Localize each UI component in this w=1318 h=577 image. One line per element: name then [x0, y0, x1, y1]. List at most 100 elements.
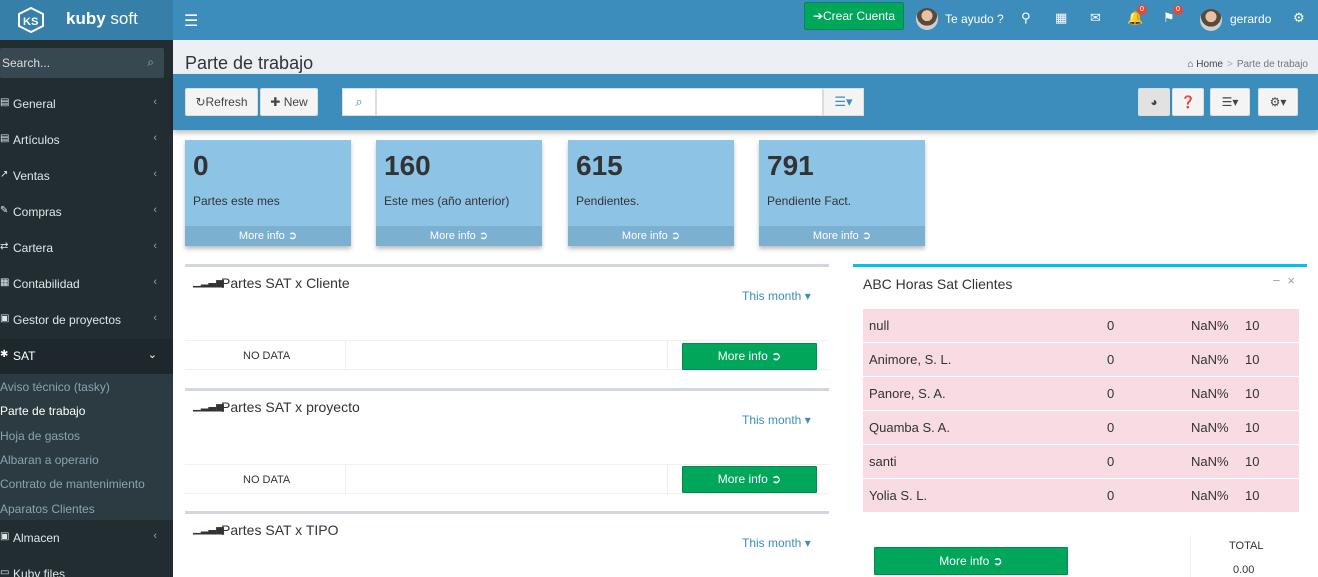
search-icon[interactable]: ⌕	[342, 88, 376, 116]
infobox-pendientes: 615 Pendientes. More info ➲	[568, 140, 734, 246]
submenu-contrato-mantenimiento[interactable]: Contrato de mantenimiento	[0, 477, 145, 491]
folder-icon: ▭	[0, 567, 10, 577]
table-row: Animore, S. L. 0 NaN% 10	[863, 343, 1299, 377]
signal-bars-icon: ▁▂▃▅	[193, 277, 224, 288]
submenu-parte-trabajo[interactable]: Parte de trabajo	[0, 404, 85, 418]
table-row: santi 0 NaN% 10	[863, 445, 1299, 479]
sidebar-item-almacen[interactable]: ▣ Almacen ‹	[0, 521, 173, 557]
submenu-albaran-operario[interactable]: Albaran a operario	[0, 453, 99, 467]
more-info-link[interactable]: More info ➲	[568, 226, 734, 246]
submenu-aparatos-clientes[interactable]: Aparatos Clientes	[0, 502, 95, 516]
arrow-circle-right-icon: ➲	[478, 230, 489, 242]
calendar-icon[interactable]: ▦	[1055, 10, 1067, 26]
sidebar-search: ⌕	[0, 48, 164, 78]
panel-sat-proyecto: ▁▂▃▅ Partes SAT x proyecto This month ▾ …	[185, 388, 829, 496]
exchange-icon: ⇄	[0, 241, 9, 252]
chevron-left-icon: ‹	[153, 276, 157, 288]
more-info-link[interactable]: More info ➲	[376, 226, 542, 246]
suitcase-icon: ▣	[0, 313, 10, 324]
help-avatar[interactable]	[916, 8, 938, 30]
user-name[interactable]: gerardo	[1230, 12, 1271, 26]
map-marker-icon[interactable]: ⚲	[1021, 10, 1031, 26]
period-dropdown[interactable]: This month ▾	[742, 413, 811, 427]
pie-chart-icon[interactable]: ◕	[1138, 88, 1170, 116]
signal-bars-icon: ▁▂▃▅	[193, 524, 224, 535]
gauge-icon: ▤	[0, 97, 10, 108]
submenu-hoja-gastos[interactable]: Hoja de gastos	[0, 429, 80, 443]
infobox-mes-anterior: 160 Este mes (año anterior) More info ➲	[376, 140, 542, 246]
minimize-icon[interactable]: −	[1273, 273, 1281, 288]
calculator-icon: ▦	[0, 277, 10, 288]
list-view-dropdown-icon[interactable]: ☰▾	[823, 88, 864, 116]
signal-bars-icon: ▁▂▃▅	[193, 401, 224, 412]
table-row: Quamba S. A. 0 NaN% 10	[863, 411, 1299, 445]
sidebar-item-articulos[interactable]: ▤ Artículos ‹	[0, 123, 173, 159]
sat-submenu: Aviso técnico (tasky) Parte de trabajo H…	[0, 374, 173, 520]
sidebar-item-compras[interactable]: ✎ Compras ‹	[0, 195, 173, 231]
period-dropdown[interactable]: This month ▾	[742, 536, 811, 550]
new-button[interactable]: ✚ New	[260, 88, 318, 116]
main-search-input[interactable]	[376, 88, 823, 116]
message-badge: 0	[1173, 5, 1183, 15]
chevron-down-icon: ⌄	[147, 349, 157, 361]
svg-text:KS: KS	[23, 16, 38, 28]
refresh-icon: ↻	[195, 95, 206, 109]
infobox-pendiente-fact: 791 Pendiente Fact. More info ➲	[759, 140, 925, 246]
sidebar-item-sat[interactable]: ✱ SAT ⌄	[0, 339, 173, 375]
arrow-circle-right-icon: ➲	[771, 472, 782, 486]
sidebar-item-kuby-files[interactable]: ▭ Kuby files	[0, 557, 173, 577]
kuby-logo-icon: KS	[18, 7, 44, 33]
infobox-partes-mes: 0 Partes este mes More info ➲	[185, 140, 351, 246]
refresh-button[interactable]: ↻Refresh	[185, 88, 258, 116]
edit-icon: ✎	[0, 205, 9, 216]
more-info-button[interactable]: More info ➲	[682, 343, 817, 370]
search-icon[interactable]: ⌕	[147, 55, 154, 70]
sidebar-search-input[interactable]	[0, 48, 130, 78]
period-dropdown[interactable]: This month ▾	[742, 289, 811, 303]
help-circle-icon[interactable]: ❓	[1172, 88, 1204, 116]
arrow-circle-right-icon: ➲	[670, 230, 681, 242]
close-icon[interactable]: ×	[1287, 273, 1295, 288]
user-avatar[interactable]	[1200, 9, 1222, 31]
abc-more-info-button[interactable]: More info ➲	[874, 547, 1068, 575]
settings-dropdown-icon[interactable]: ⚙▾	[1258, 88, 1298, 116]
breadcrumb-home[interactable]: Home	[1196, 59, 1223, 70]
help-link[interactable]: Te ayudo ?	[945, 12, 1004, 26]
sidebar-item-ventas[interactable]: ↗ Ventas ‹	[0, 159, 173, 195]
dashboard-icon: ⌂	[1187, 59, 1194, 70]
logo-area[interactable]: KS kuby soft	[0, 0, 173, 40]
brand-name: kuby soft	[66, 9, 138, 28]
page-title: Parte de trabajo	[185, 53, 314, 73]
list-icon: ▤	[0, 133, 10, 144]
sidebar-item-gestor-proyectos[interactable]: ▣ Gestor de proyectos ‹	[0, 303, 173, 339]
sidebar-toggle-icon[interactable]: ☰	[184, 11, 198, 31]
arrow-circle-right-icon: ➲	[861, 230, 872, 242]
sidebar-item-general[interactable]: ▤ General ‹	[0, 87, 173, 123]
panel-sat-cliente: ▁▂▃▅ Partes SAT x Cliente This month ▾ N…	[185, 264, 829, 372]
menu-dropdown-icon[interactable]: ☰▾	[1210, 88, 1250, 116]
notification-badge: 0	[1137, 5, 1147, 15]
sidebar-item-contabilidad[interactable]: ▦ Contabilidad ‹	[0, 267, 173, 303]
arrow-circle-right-icon: ➲	[992, 554, 1003, 568]
chevron-left-icon: ‹	[153, 312, 157, 324]
envelope-icon[interactable]: ✉	[1090, 10, 1101, 26]
breadcrumb-current: Parte de trabajo	[1236, 59, 1308, 70]
chevron-left-icon: ‹	[153, 530, 157, 542]
external-link-icon: ↗	[0, 169, 9, 180]
arrow-circle-right-icon: ➲	[771, 349, 782, 363]
sidebar-item-cartera[interactable]: ⇄ Cartera ‹	[0, 231, 173, 267]
more-info-button[interactable]: More info ➲	[682, 466, 817, 493]
total-label: TOTAL	[1229, 540, 1264, 552]
cogs-icon[interactable]: ⚙	[1293, 10, 1305, 26]
submenu-aviso-tecnico[interactable]: Aviso técnico (tasky)	[0, 380, 110, 394]
crear-cuenta-button[interactable]: ➔Crear Cuenta	[804, 2, 904, 30]
more-info-link[interactable]: More info ➲	[759, 226, 925, 246]
breadcrumb: ⌂ Home > Parte de trabajo	[1187, 59, 1308, 70]
sidebar: ⌕ ▤ General ‹ ▤ Artículos ‹ ↗ Ventas ‹ ✎…	[0, 40, 173, 577]
panel-sat-tipo: ▁▂▃▅ Partes SAT x TIPO This month ▾	[185, 511, 829, 577]
top-navbar: KS kuby soft ☰ ➔Crear Cuenta Te ayudo ? …	[0, 0, 1318, 40]
abc-title: ABC Horas Sat Clientes	[863, 276, 1013, 292]
table-row: Panore, S. A. 0 NaN% 10	[863, 377, 1299, 411]
table-row: null 0 NaN% 10	[863, 309, 1299, 343]
more-info-link[interactable]: More info ➲	[185, 226, 351, 246]
